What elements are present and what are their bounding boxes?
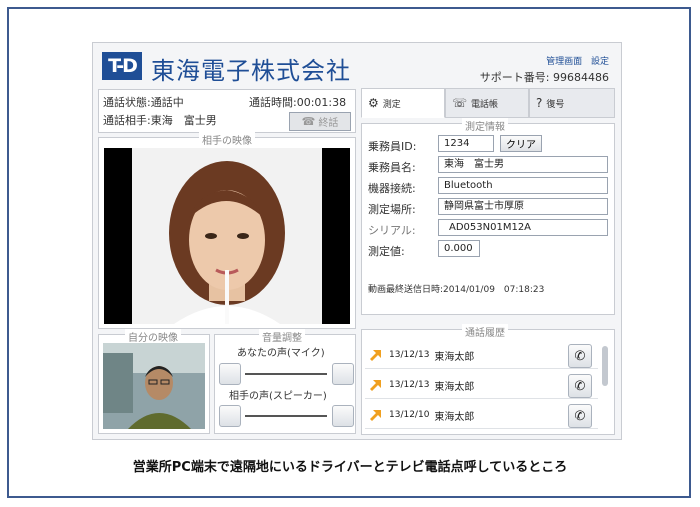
crew-id-label: 乗務員ID: <box>368 140 417 153</box>
partner-video-feed <box>104 148 350 324</box>
last-sent: 動画最終送信日時:2014/01/09 07:18:23 <box>368 282 544 295</box>
history-date: 13/12/10 <box>389 410 430 420</box>
partner-video-panel: 相手の映像 <box>98 132 356 329</box>
last-sent-value: 2014/01/09 07:18:23 <box>443 285 545 295</box>
device-input[interactable]: Bluetooth <box>438 177 608 194</box>
history-name: 東海太郎 <box>434 381 475 393</box>
phonebook-icon: ☏ <box>452 96 468 110</box>
history-row[interactable]: 13/12/13 東海太郎 ✆ <box>365 342 598 369</box>
self-video-feed <box>103 343 205 429</box>
measure-title: 測定情報 <box>462 118 508 133</box>
outgoing-arrow-icon <box>370 380 381 391</box>
call-time: 通話時間:00:01:38 <box>249 94 346 110</box>
history-title: 通話履歴 <box>462 324 508 339</box>
end-call-button[interactable]: ☎ 終話 <box>289 112 351 131</box>
mic-label: あなたの声(マイク) <box>237 348 325 359</box>
call-time-label: 通話時間: <box>249 96 297 109</box>
last-sent-label: 動画最終送信日時: <box>368 285 444 295</box>
crew-id-input[interactable]: 1234 <box>438 135 494 152</box>
clear-button[interactable]: クリア <box>500 135 542 152</box>
call-partner-value: 東海 富士男 <box>150 114 217 127</box>
speaker-volume-slider[interactable] <box>245 415 327 417</box>
device-label: 機器接続: <box>368 182 416 195</box>
measure-panel: 測定情報 乗務員ID: 1234 クリア 乗務員名: 東海 富士男 機器接続: … <box>361 118 615 315</box>
place-input[interactable]: 静岡県富士市厚原 <box>438 198 608 215</box>
support-label: サポート番号: <box>479 71 550 84</box>
end-call-label: 終話 <box>318 118 339 129</box>
call-partner: 通話相手:東海 富士男 <box>103 112 217 128</box>
self-video-panel: 自分の映像 <box>98 329 210 434</box>
mic-volume-down-button[interactable] <box>219 363 241 385</box>
admin-link[interactable]: 管理画面 <box>546 57 582 67</box>
phone-icon: ✆ <box>574 378 586 394</box>
speaker-label: 相手の声(スピーカー) <box>229 391 327 402</box>
history-date: 13/12/13 <box>389 380 430 390</box>
history-scrollbar[interactable] <box>602 346 608 386</box>
partner-video-title: 相手の映像 <box>199 132 255 147</box>
tab-measure-label: 測定 <box>382 99 401 110</box>
measure-icon: ⚙ <box>368 96 379 110</box>
support-value: 99684486 <box>553 71 609 84</box>
serial-input[interactable]: AD053N01M12A <box>438 219 608 236</box>
history-panel: 通話履歴 13/12/13 東海太郎 ✆ 13/12/13 東海太郎 ✆ 13/… <box>361 324 615 435</box>
call-time-value: 00:01:38 <box>296 96 347 109</box>
history-row[interactable]: 13/12/10 東海太郎 ✆ <box>365 402 598 429</box>
call-partner-label: 通話相手: <box>103 114 151 127</box>
app-window: T-D 東海電子株式会社 管理画面 設定 サポート番号: 99684486 通話… <box>92 42 622 440</box>
outgoing-arrow-icon <box>370 350 381 361</box>
company-logo-mark: T-D <box>102 52 142 80</box>
company-name: 東海電子株式会社 <box>151 57 351 85</box>
mic-volume-up-button[interactable] <box>332 363 354 385</box>
history-row[interactable]: 13/12/13 東海太郎 ✆ <box>365 372 598 399</box>
outgoing-arrow-icon <box>370 410 381 421</box>
call-button[interactable]: ✆ <box>568 404 592 428</box>
call-status-label: 通話状態: <box>103 96 151 109</box>
crew-name-label: 乗務員名: <box>368 161 416 174</box>
value-label: 測定値: <box>368 245 405 258</box>
history-name: 東海太郎 <box>434 351 475 363</box>
volume-title: 音量調整 <box>259 329 305 344</box>
phone-icon: ✆ <box>574 348 586 364</box>
mic-volume-slider[interactable] <box>245 373 327 375</box>
tab-phonebook[interactable]: ☏ 電話帳 <box>445 88 529 118</box>
self-video-title: 自分の映像 <box>125 329 181 344</box>
value-input[interactable]: 0.000 <box>438 240 480 257</box>
serial-label: シリアル: <box>368 224 416 237</box>
support-number: サポート番号: 99684486 <box>480 69 609 85</box>
tab-decode[interactable]: ? 復号 <box>529 88 615 118</box>
hangup-icon: ☎ <box>301 115 316 128</box>
decode-icon: ? <box>536 96 543 110</box>
tab-phonebook-label: 電話帳 <box>471 99 499 110</box>
top-links: 管理画面 設定 <box>540 54 609 67</box>
call-button[interactable]: ✆ <box>568 374 592 398</box>
phone-icon: ✆ <box>574 408 586 424</box>
place-label: 測定場所: <box>368 203 416 216</box>
call-status: 通話状態:通話中 <box>103 94 184 110</box>
history-date: 13/12/13 <box>389 350 430 360</box>
tab-measure[interactable]: ⚙ 測定 <box>361 88 445 118</box>
call-button[interactable]: ✆ <box>568 344 592 368</box>
volume-panel: 音量調整 あなたの声(マイク) 相手の声(スピーカー) <box>214 329 356 434</box>
speaker-volume-up-button[interactable] <box>332 405 354 427</box>
figure-caption: 営業所PC端末で遠隔地にいるドライバーとテレビ電話点呼しているところ <box>132 460 568 475</box>
tab-decode-label: 復号 <box>546 99 565 110</box>
settings-link[interactable]: 設定 <box>591 57 609 67</box>
call-status-panel: 通話状態:通話中 通話時間:00:01:38 通話相手:東海 富士男 ☎ 終話 <box>98 89 356 133</box>
crew-name-input[interactable]: 東海 富士男 <box>438 156 608 173</box>
speaker-volume-down-button[interactable] <box>219 405 241 427</box>
history-name: 東海太郎 <box>434 411 475 423</box>
call-status-value: 通話中 <box>150 96 184 109</box>
